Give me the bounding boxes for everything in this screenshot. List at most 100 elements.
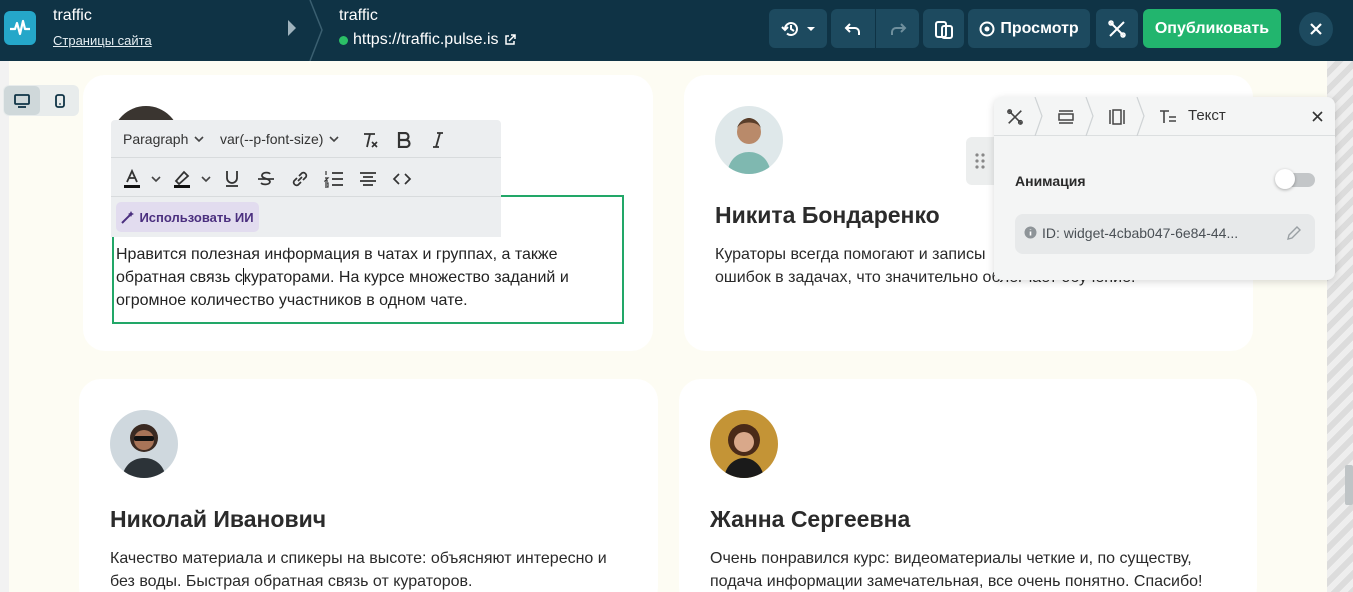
chevron-down-icon[interactable] bbox=[151, 176, 161, 183]
clear-format-icon bbox=[364, 133, 378, 148]
font-size-value: var(--p-font-size) bbox=[220, 131, 324, 147]
italic-icon bbox=[433, 132, 443, 148]
page-title: traffic bbox=[339, 7, 378, 24]
ordered-list-button[interactable] bbox=[323, 168, 345, 190]
preview-button[interactable]: Просмотр bbox=[968, 9, 1090, 48]
status-dot-icon bbox=[339, 35, 348, 45]
desktop-view-button[interactable] bbox=[4, 86, 40, 115]
reviewer-name: Никита Бондаренко bbox=[715, 202, 940, 228]
page-url-text: https://traffic.pulse.is bbox=[353, 31, 499, 48]
mobile-view-button[interactable] bbox=[42, 86, 78, 115]
breadcrumb-separator-icon bbox=[1085, 97, 1094, 136]
breadcrumb-separator-icon bbox=[1136, 97, 1145, 136]
avatar bbox=[715, 106, 783, 174]
canvas-left-edge bbox=[0, 61, 9, 592]
editable-text[interactable]: Нравится полезная информация в чатах и г… bbox=[116, 243, 616, 312]
redo-icon bbox=[890, 22, 906, 35]
italic-button[interactable] bbox=[427, 129, 449, 151]
block-format-select[interactable]: Paragraph bbox=[123, 131, 204, 147]
strikethrough-icon bbox=[258, 171, 274, 186]
reviewer-name: Николай Иванович bbox=[110, 506, 327, 532]
history-icon bbox=[780, 21, 798, 36]
toolbar-row-style bbox=[111, 159, 501, 197]
mobile-icon bbox=[55, 93, 65, 108]
chevron-down-icon bbox=[194, 135, 204, 142]
tools-icon bbox=[1007, 109, 1023, 125]
font-size-select[interactable]: var(--p-font-size) bbox=[220, 131, 340, 147]
column-icon bbox=[1109, 109, 1125, 125]
review-text: Очень понравился курс: видеоматериалы че… bbox=[710, 550, 1203, 590]
breadcrumb-tools[interactable] bbox=[1005, 107, 1025, 127]
pulse-logo-icon[interactable] bbox=[4, 11, 36, 45]
panel-title: Текст bbox=[1188, 107, 1226, 124]
breadcrumb-section[interactable] bbox=[1056, 107, 1076, 127]
history-button[interactable] bbox=[769, 9, 827, 48]
breadcrumb-separator-icon bbox=[309, 0, 323, 61]
pages-icon bbox=[934, 20, 953, 39]
top-bar: traffic Страницы сайта traffic https://t… bbox=[0, 0, 1353, 61]
drag-handle-icon bbox=[975, 153, 985, 169]
drag-handle[interactable] bbox=[966, 137, 994, 185]
toolbar-row-format: Paragraph var(--p-font-size) bbox=[111, 120, 501, 158]
redo-button[interactable] bbox=[876, 9, 919, 48]
close-panel-button[interactable] bbox=[1308, 107, 1326, 125]
pages-button[interactable] bbox=[923, 9, 964, 48]
use-ai-button[interactable]: Использовать ИИ bbox=[116, 202, 259, 232]
page-url-link[interactable]: https://traffic.pulse.is bbox=[339, 31, 516, 49]
clear-format-button[interactable] bbox=[359, 129, 381, 151]
avatar bbox=[710, 410, 778, 478]
chevron-down-icon bbox=[329, 135, 340, 142]
undo-icon bbox=[844, 22, 860, 35]
bold-icon bbox=[397, 132, 411, 148]
avatar bbox=[110, 410, 178, 478]
align-center-icon bbox=[360, 172, 376, 186]
tools-icon bbox=[1108, 19, 1126, 38]
eye-icon bbox=[979, 21, 995, 36]
close-icon bbox=[1311, 110, 1323, 122]
caret-right-icon[interactable] bbox=[288, 20, 296, 36]
text-widget-icon bbox=[1158, 107, 1178, 127]
site-title: traffic bbox=[53, 7, 92, 24]
animation-label: Анимация bbox=[1015, 173, 1086, 189]
site-pages-link[interactable]: Страницы сайта bbox=[53, 33, 152, 48]
external-link-icon bbox=[504, 34, 516, 45]
align-button[interactable] bbox=[357, 168, 379, 190]
link-button[interactable] bbox=[289, 168, 311, 190]
edit-pencil-icon[interactable] bbox=[1286, 226, 1301, 241]
block-format-value: Paragraph bbox=[123, 131, 189, 147]
chevron-down-icon[interactable] bbox=[201, 176, 211, 183]
breadcrumb-column[interactable] bbox=[1107, 107, 1127, 127]
text-color-button[interactable] bbox=[121, 168, 143, 190]
magic-wand-icon bbox=[121, 211, 135, 224]
review-text: Кураторы всегда помогают и записы bbox=[715, 246, 986, 263]
ordered-list-icon bbox=[324, 171, 343, 188]
preview-label: Просмотр bbox=[1000, 19, 1079, 37]
publish-button[interactable]: Опубликовать bbox=[1143, 9, 1281, 48]
animation-toggle-knob[interactable] bbox=[1275, 169, 1295, 189]
strikethrough-button[interactable] bbox=[255, 168, 277, 190]
close-icon bbox=[1310, 23, 1322, 35]
widget-settings-panel: Текст Анимация ID: widget-4cbab047-6e84-… bbox=[994, 97, 1335, 280]
review-text: Качество материала и спикеры на высоте: … bbox=[110, 550, 607, 590]
panel-breadcrumb: Текст bbox=[994, 97, 1335, 136]
use-ai-label: Использовать ИИ bbox=[139, 209, 254, 225]
tools-button[interactable] bbox=[1096, 9, 1138, 48]
bold-button[interactable] bbox=[393, 129, 415, 151]
device-switcher bbox=[3, 85, 79, 116]
underline-button[interactable] bbox=[221, 168, 243, 190]
scrollbar-thumb[interactable] bbox=[1345, 465, 1353, 505]
code-button[interactable] bbox=[391, 168, 413, 190]
info-icon bbox=[1024, 226, 1037, 239]
desktop-icon bbox=[14, 93, 30, 108]
rich-text-toolbar: Paragraph var(--p-font-size) Использоват… bbox=[111, 120, 501, 237]
undo-button[interactable] bbox=[831, 9, 875, 48]
text-color-icon bbox=[124, 169, 140, 188]
highlight-color-button[interactable] bbox=[171, 168, 193, 190]
underline-icon bbox=[226, 171, 238, 187]
highlighter-icon bbox=[174, 170, 190, 188]
reviewer-name: Жанна Сергеевна bbox=[710, 506, 911, 532]
close-editor-button[interactable] bbox=[1299, 12, 1333, 46]
section-icon bbox=[1058, 110, 1074, 124]
breadcrumb-separator-icon bbox=[1034, 97, 1043, 136]
widget-id-text: ID: widget-4cbab047-6e84-44... bbox=[1042, 225, 1239, 241]
